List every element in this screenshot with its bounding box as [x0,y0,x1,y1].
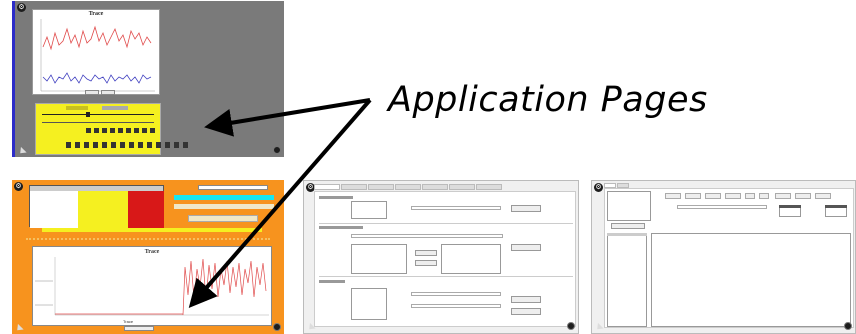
arrow-icon [188,98,372,309]
arrow-to-thumb2 [188,98,372,309]
arrow-to-thumb1 [204,98,371,137]
